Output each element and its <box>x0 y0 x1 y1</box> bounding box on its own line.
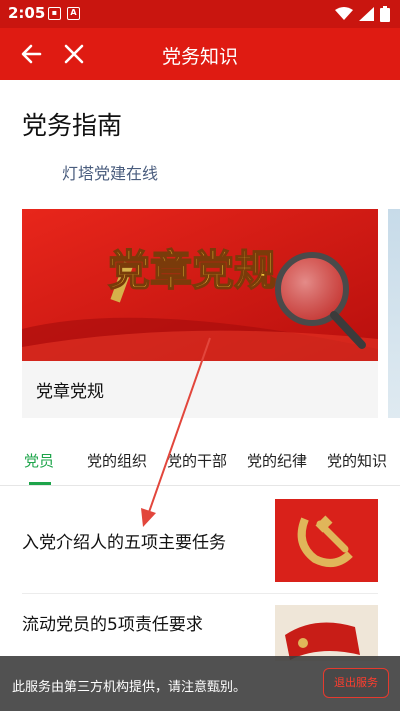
status-bar: 2:05 ▪ A <box>0 0 400 28</box>
category-tabs: 党员 党的组织 党的干部 党的纪律 党的知识 <box>0 434 400 486</box>
divider <box>22 593 378 594</box>
provider-link[interactable]: 灯塔党建在线 <box>62 160 158 184</box>
tab-cadres[interactable]: 党的干部 <box>167 450 227 471</box>
wifi-icon <box>335 7 353 20</box>
tab-organization[interactable]: 党的组织 <box>87 450 147 471</box>
category-card[interactable]: 党章党规 党章党规 <box>22 209 378 418</box>
page-title: 党务知识 <box>161 46 238 68</box>
tab-discipline[interactable]: 党的纪律 <box>247 450 307 471</box>
article-thumbnail[interactable] <box>275 499 378 582</box>
article-title[interactable]: 流动党员的5项责任要求 <box>22 610 203 635</box>
active-tab-indicator <box>29 482 51 485</box>
signal-icon <box>359 7 374 21</box>
title-bar: 党务知识 <box>0 28 400 80</box>
battery-icon <box>380 6 390 22</box>
tab-knowledge[interactable]: 党的知识 <box>327 450 387 471</box>
guide-heading: 党务指南 <box>22 111 123 140</box>
text-a-icon: A <box>67 7 80 20</box>
status-time: 2:05 <box>8 4 46 22</box>
card-title: 党章党规 <box>36 382 104 402</box>
next-card-peek[interactable] <box>388 209 400 418</box>
card-banner-text: 党章党规 <box>108 246 276 295</box>
card-banner-image: 党章党规 <box>22 209 378 361</box>
exit-service-button[interactable]: 退出服务 <box>323 668 389 698</box>
article-thumbnail[interactable] <box>275 605 378 661</box>
tab-members[interactable]: 党员 <box>24 450 54 471</box>
notice-text: 此服务由第三方机构提供，请注意甄别。 <box>12 680 247 695</box>
image-icon: ▪ <box>48 7 61 20</box>
article-title[interactable]: 入党介绍人的五项主要任务 <box>22 528 226 553</box>
